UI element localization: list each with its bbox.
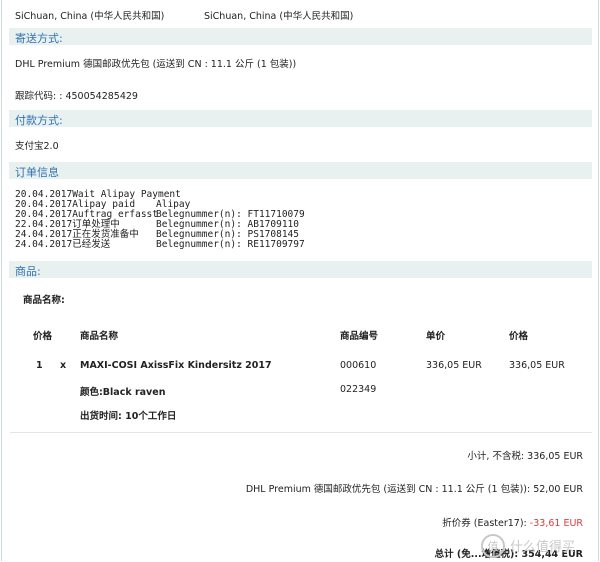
history-status: 已经发送 bbox=[72, 239, 111, 250]
coupon-value: -33,61 EUR bbox=[529, 518, 583, 529]
order-panel bbox=[1, 0, 599, 561]
history-reference: Belegnummer(n): RE11709797 bbox=[156, 239, 305, 250]
product-name-label: 商品名称: bbox=[23, 295, 65, 306]
totals-divider bbox=[10, 432, 592, 433]
col-header-sku: 商品编号 bbox=[340, 331, 379, 342]
payment-section-header: 付款方式: bbox=[9, 110, 592, 127]
item-total-price: 336,05 EUR bbox=[509, 360, 565, 371]
col-header-total-price: 价格 bbox=[509, 331, 529, 342]
col-header-price: 价格 bbox=[33, 331, 53, 342]
subtotal: 小计, 不含税: 336,05 EUR bbox=[467, 451, 583, 462]
payment-heading: 付款方式: bbox=[15, 114, 63, 127]
payment-method: 支付宝2.0 bbox=[15, 141, 59, 152]
shipping-cost: DHL Premium 德国邮政优先包 (运送到 CN : 11.1 公斤 (1… bbox=[245, 484, 583, 495]
shipping-heading: 寄送方式: bbox=[15, 32, 63, 45]
address-left: SiChuan, China (中华人民共和国) bbox=[15, 11, 165, 22]
col-header-name: 商品名称 bbox=[80, 331, 119, 342]
watermark: 值 什么值得买 bbox=[480, 533, 598, 559]
coupon-label: 折价券 (Easter17): bbox=[442, 518, 527, 529]
item-qty: 1 bbox=[36, 360, 43, 371]
item-ship-time: 出货时间: 10个工作日 bbox=[80, 411, 177, 422]
item-color-sku: 022349 bbox=[340, 384, 377, 395]
item-x: x bbox=[60, 360, 67, 371]
coupon-line: 折价券 (Easter17): -33,61 EUR bbox=[442, 515, 583, 529]
item-name: MAXI-COSI AxissFix Kindersitz 2017 bbox=[80, 360, 272, 371]
order-info-section-header: 订单信息 bbox=[9, 162, 592, 179]
item-color: 颜色:Black raven bbox=[80, 387, 166, 398]
svg-text:值: 值 bbox=[488, 540, 499, 553]
shipping-section-header: 寄送方式: bbox=[9, 28, 592, 45]
col-header-unit-price: 单价 bbox=[426, 331, 446, 342]
products-section-header: 商品: bbox=[9, 261, 592, 278]
order-history-list: 20.04.2017Wait Alipay Payment 20.04.2017A… bbox=[15, 190, 305, 250]
item-sku: 000610 bbox=[340, 360, 377, 371]
watermark-logo-icon: 值 什么值得买 bbox=[481, 534, 575, 558]
history-date: 24.04.2017 bbox=[15, 239, 73, 250]
address-right: SiChuan, China (中华人民共和国) bbox=[204, 11, 354, 22]
svg-text:什么值得买: 什么值得买 bbox=[510, 539, 575, 555]
history-row: 24.04.2017已经发送 Belegnummer(n): RE11709797 bbox=[15, 239, 305, 250]
products-heading: 商品: bbox=[15, 265, 41, 278]
order-info-heading: 订单信息 bbox=[15, 166, 59, 179]
item-unit-price: 336,05 EUR bbox=[426, 360, 482, 371]
tracking-code: 跟踪代码: : 450054285429 bbox=[15, 91, 138, 102]
shipping-method: DHL Premium 德国邮政优先包 (运送到 CN : 11.1 公斤 (1… bbox=[15, 59, 297, 70]
